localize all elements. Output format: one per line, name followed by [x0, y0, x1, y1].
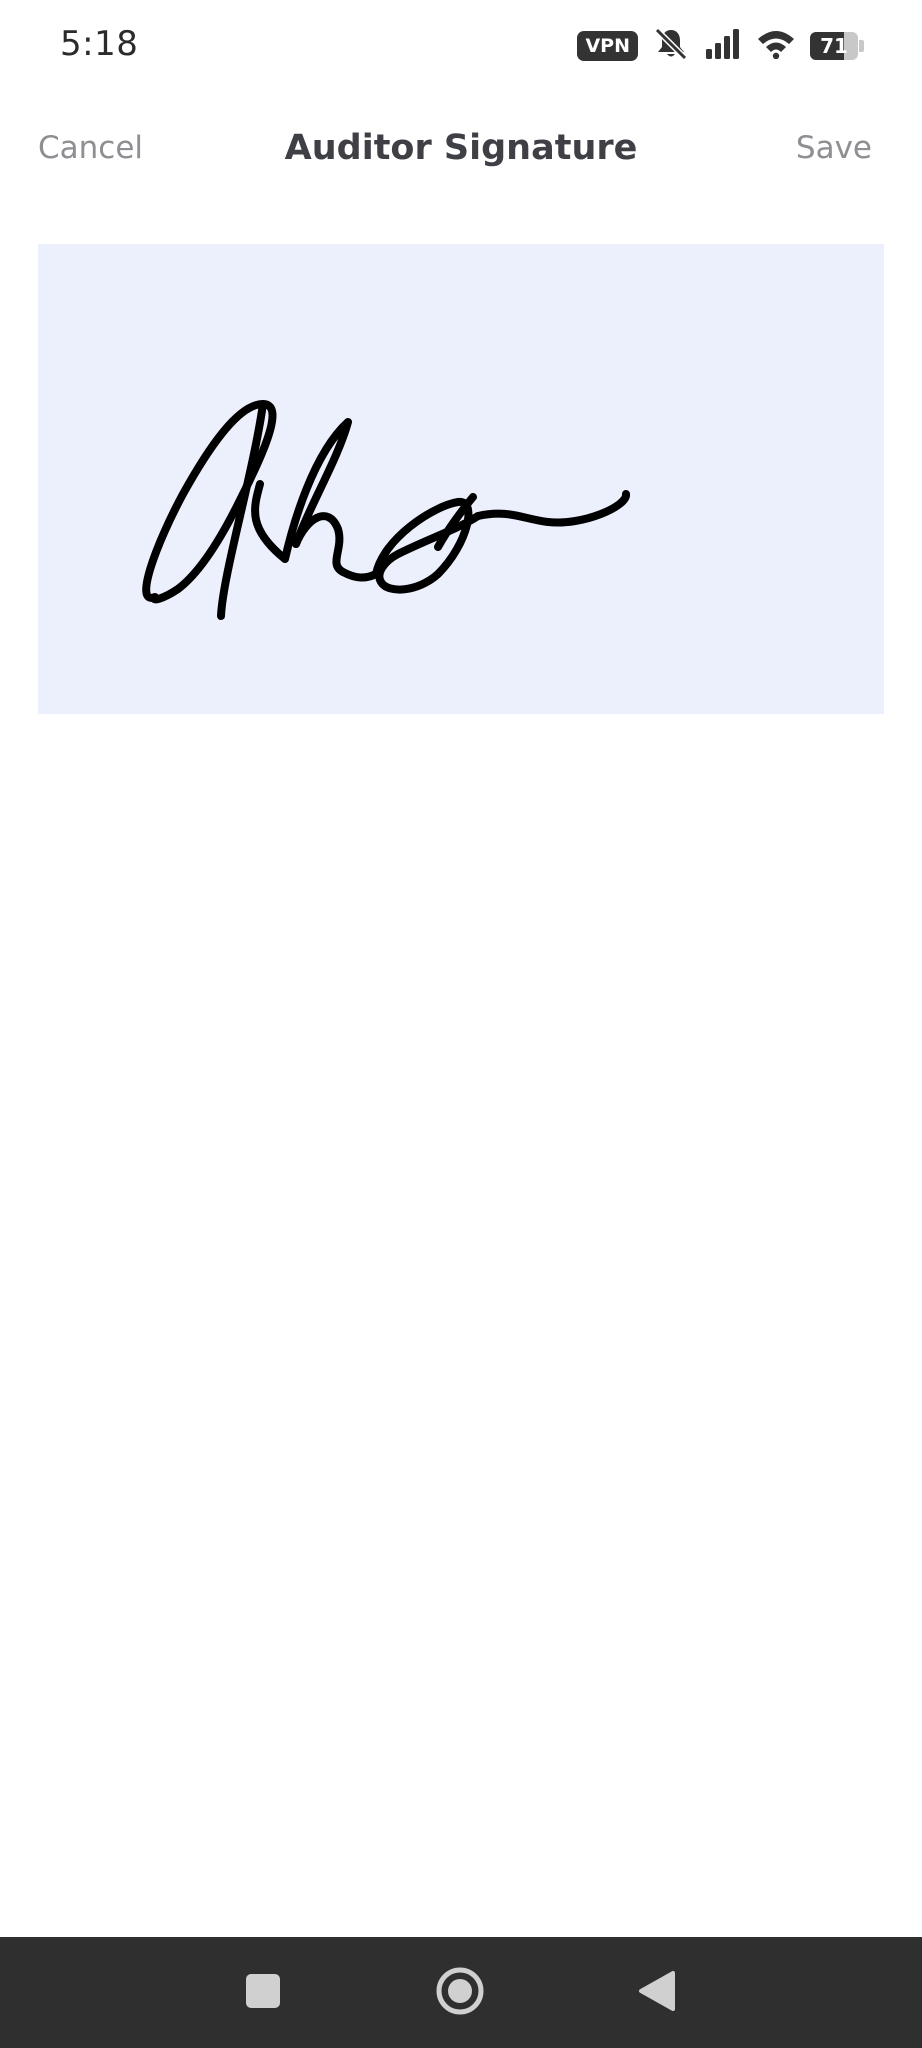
vpn-icon: VPN [577, 31, 638, 61]
system-nav-bar [0, 1937, 922, 2048]
signature-drawing [142, 400, 630, 620]
signature-pad[interactable] [38, 244, 884, 714]
recents-button[interactable] [218, 1937, 308, 2048]
status-bar: 5:18 VPN 71 [0, 0, 922, 92]
back-button[interactable] [612, 1937, 702, 2048]
page-title: Auditor Signature [284, 128, 638, 168]
battery-level: 71 [820, 34, 848, 58]
battery-icon: 71 [810, 32, 864, 60]
back-triangle-icon [637, 1970, 677, 2016]
status-time: 5:18 [60, 24, 139, 64]
signature-screen: 5:18 VPN 71 Cancel Auditor Signature Sav… [0, 0, 922, 2048]
signal-icon [704, 29, 742, 63]
recents-square-icon [245, 1973, 281, 2013]
home-button[interactable] [415, 1937, 505, 2048]
save-button[interactable]: Save [796, 130, 872, 166]
home-circle-icon [435, 1966, 485, 2020]
header: Cancel Auditor Signature Save [0, 110, 922, 190]
status-icons: VPN 71 [577, 26, 864, 66]
bell-muted-icon [652, 26, 690, 66]
wifi-icon [756, 29, 796, 63]
